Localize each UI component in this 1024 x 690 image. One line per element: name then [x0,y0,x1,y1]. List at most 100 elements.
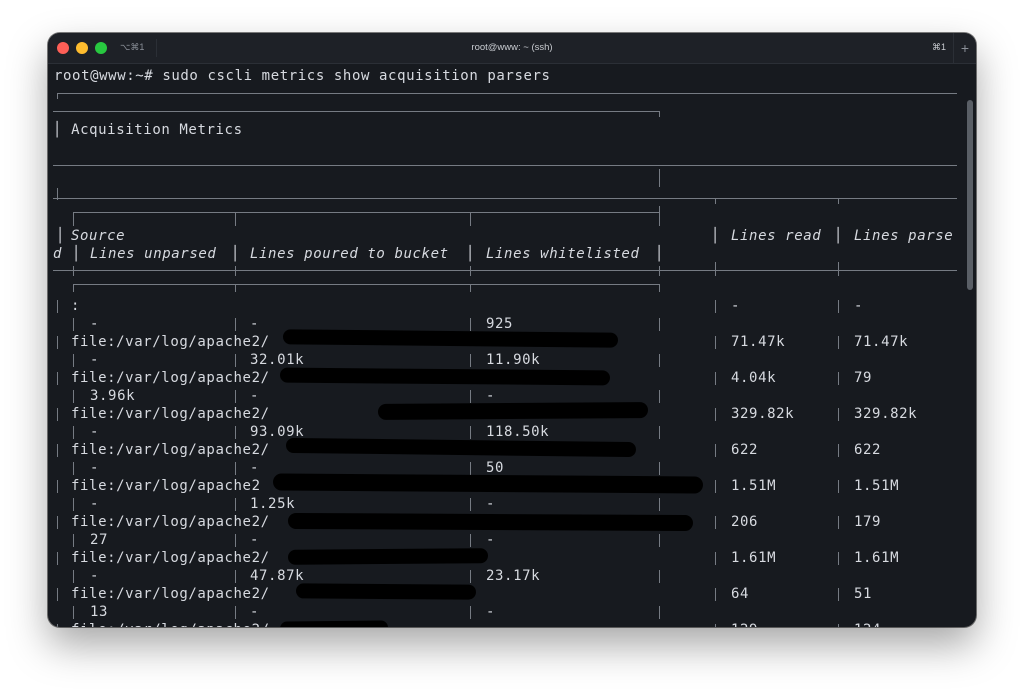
cell-source: file:/var/log/apache2/ [71,406,270,422]
cell-source: file:/var/log/apache2/ [71,586,270,602]
col-border [470,390,471,403]
table-border [235,212,236,226]
table-border [53,270,957,271]
cell-lines-parsed: 329.82k [854,406,918,422]
command-prompt: root@www:~# sudo cscli metrics show acqu… [54,68,551,84]
col-border [838,444,839,457]
col-border [235,390,236,403]
cell-lines-parsed: 179 [854,514,882,530]
cell-lines-read: 206 [731,514,759,530]
col-border [73,570,74,583]
scrollbar-thumb[interactable] [967,100,973,290]
col-border [838,516,839,529]
col-border [470,426,471,439]
cell-lines-poured: 47.87k [250,568,305,584]
cell-lines-parsed: 1.61M [854,550,900,566]
table-border [235,266,236,276]
col-border [838,552,839,565]
cell-lines-poured: 32.01k [250,352,305,368]
col-border: │ [655,246,665,262]
cell-lines-read: 329.82k [731,406,795,422]
cell-lines-read: 1.51M [731,478,777,494]
cell-lines-read: 622 [731,442,759,458]
col-border [470,318,471,331]
cell-lines-poured: - [250,316,260,332]
col-border [838,372,839,385]
cell-source: file:/var/log/apache2/ [71,370,270,386]
terminal-output[interactable]: root@www:~# sudo cscli metrics show acqu… [48,64,976,627]
table-border [73,212,74,226]
col-border [659,606,660,619]
col-border [715,300,716,313]
cell-lines-whitelisted: - [486,532,496,548]
table-border [73,284,659,285]
cell-lines-whitelisted: 11.90k [486,352,541,368]
title-bar: ⌥⌘1 root@www: ~ (ssh) ⌘1 + [48,33,976,64]
new-tab-button[interactable]: + [953,33,976,63]
cell-lines-parsed: 1.51M [854,478,900,494]
cell-lines-read: 64 [731,586,750,602]
redaction-bar [279,620,389,627]
col-border [659,354,660,367]
col-border [838,480,839,493]
cell-lines-unparsed: - [90,496,100,512]
cell-source: : [71,298,81,314]
cell-lines-read: - [731,298,741,314]
col-border [659,318,660,331]
col-border [73,606,74,619]
cell-source: file:/var/log/apache2/ [71,622,270,627]
table-border [57,93,58,99]
cell-lines-poured: - [250,604,260,620]
table-border [73,212,659,213]
redaction-bar [285,437,637,458]
cell-source: file:/var/log/apache2/ [71,442,270,458]
col-border: │ [231,246,241,262]
col-border [57,516,58,529]
table-border [715,262,716,276]
col-border [235,570,236,583]
cell-lines-whitelisted: 925 [486,316,514,332]
redaction-bar [279,367,611,386]
col-border [73,318,74,331]
col-border [57,444,58,457]
cell-source: file:/var/log/apache2/ [71,550,270,566]
col-border [659,390,660,403]
tab-shortcut-right[interactable]: ⌘1 [932,42,946,53]
col-border [659,462,660,475]
col-border [73,534,74,547]
col-border [470,462,471,475]
cell-lines-poured: 1.25k [250,496,296,512]
col-border: │ [834,228,844,244]
table-title-border: │ Acquisition Metrics [53,122,243,138]
col-border [73,354,74,367]
cell-lines-read: 71.47k [731,334,786,350]
col-border [715,588,716,601]
cell-lines-unparsed: - [90,460,100,476]
col-border [659,498,660,511]
cell-lines-read: 129 [731,622,758,627]
cell-source: file:/var/log/apache2/ [71,514,270,530]
table-border [659,284,660,292]
cell-source: file:/var/log/apache2/ [71,334,270,350]
terminal-window: ⌥⌘1 root@www: ~ (ssh) ⌘1 + root@www:~# s… [48,33,976,627]
col-border [659,534,660,547]
cell-lines-parsed: 124 [854,622,881,627]
cell-lines-parsed: - [854,298,864,314]
col-border [57,300,58,313]
table-border [470,284,471,292]
col-border [57,588,58,601]
header-lines-poured: Lines poured to bucket [250,246,449,262]
redaction-bar [272,473,704,494]
table-border [73,284,74,292]
cell-lines-parsed: 51 [854,586,873,602]
cell-lines-parsed: 622 [854,442,882,458]
col-border [470,606,471,619]
table-border [53,165,957,166]
col-border [715,408,716,421]
redaction-bar [282,329,619,348]
col-border [470,354,471,367]
col-border [715,336,716,349]
col-border [715,516,716,529]
cell-lines-whitelisted: - [486,496,496,512]
table-border [73,266,74,276]
